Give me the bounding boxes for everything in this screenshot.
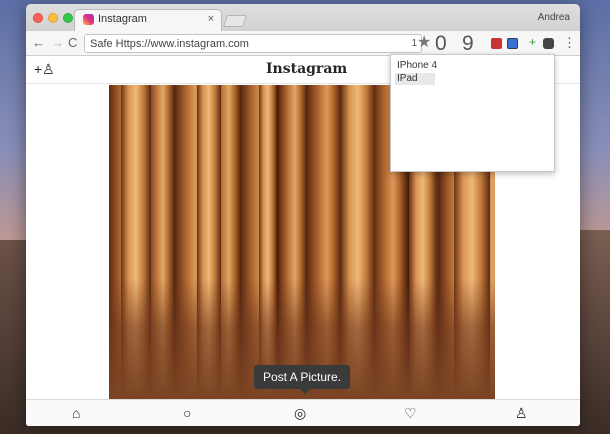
profile-icon[interactable]: ♙ (515, 405, 528, 422)
window-close-button[interactable] (33, 13, 43, 23)
overlay-digit-zero: 0 (435, 32, 448, 55)
address-text: Safe Https://www.instagram.com (90, 38, 249, 50)
desktop-background-right (578, 230, 610, 434)
tab-close-icon[interactable]: × (208, 13, 214, 25)
home-icon[interactable]: ⌂ (72, 405, 80, 421)
window-minimize-button[interactable] (48, 13, 58, 23)
reload-icon[interactable]: C (68, 35, 77, 50)
instagram-favicon-icon (83, 14, 94, 25)
back-arrow-icon[interactable]: ← (32, 35, 45, 50)
add-user-icon[interactable]: +♙ (34, 61, 55, 78)
search-icon[interactable]: ○ (183, 405, 191, 421)
bookmark-star-icon[interactable]: ★ (417, 32, 431, 52)
instagram-bottom-nav: ⌂ ○ ◎ ♡ ♙ (26, 399, 580, 426)
browser-window: Instagram × Andrea ← → C Safe Https://ww… (26, 4, 580, 426)
profile-name[interactable]: Andrea (538, 12, 570, 23)
tab-title: Instagram (98, 13, 147, 25)
address-bar[interactable]: Safe Https://www.instagram.com 1 (84, 34, 422, 53)
menu-item-ipad[interactable]: IPad (395, 73, 435, 85)
new-tab-button[interactable] (223, 15, 247, 27)
user-agent-switcher-icon[interactable] (507, 38, 518, 49)
menu-item-iphone-4[interactable]: IPhone 4 (395, 60, 455, 72)
device-dropdown-menu: IPhone 4 IPad (390, 54, 555, 172)
forward-arrow-icon[interactable]: → (51, 35, 64, 50)
heart-icon[interactable]: ♡ (404, 405, 417, 422)
extension-red-icon[interactable] (491, 38, 502, 49)
post-picture-tooltip: Post A Picture. (254, 365, 351, 394)
camera-icon[interactable]: ◎ (294, 405, 306, 422)
extension-plus-icon[interactable]: + (529, 35, 536, 49)
instagram-logo[interactable]: Instagram (266, 61, 347, 77)
desktop-background-left (0, 240, 26, 434)
overlay-digit-nine: 9 (462, 32, 475, 55)
browser-menu-icon[interactable]: ⋮ (563, 35, 576, 51)
browser-toolbar: ← → C Safe Https://www.instagram.com 1 ★… (26, 31, 580, 56)
tab-instagram[interactable]: Instagram × (74, 9, 222, 31)
pocket-extension-icon[interactable] (543, 38, 554, 49)
window-maximize-button[interactable] (63, 13, 73, 23)
tab-strip: Instagram × Andrea (26, 4, 580, 31)
